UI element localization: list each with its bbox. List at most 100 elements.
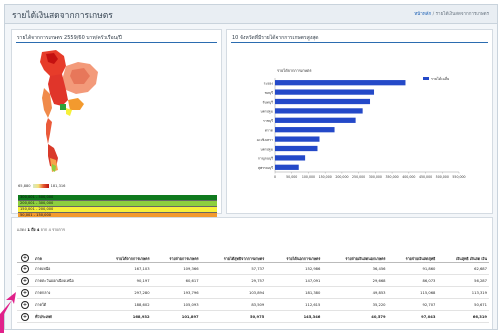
map-region-bangkok[interactable] (60, 104, 66, 110)
cell-value: 109,366 (151, 262, 201, 275)
col-header-nonfarm-income[interactable]: รายได้นอกการเกษตร (266, 238, 323, 263)
cell-value: 112,615 (266, 298, 323, 311)
col-header-net-cash[interactable]: รายจ่ายเงินสดสุทธิ (387, 238, 438, 263)
col-header-region[interactable]: ภาค (33, 238, 97, 263)
table-row[interactable]: + ภาคกลาง 297,280 193,796 103,894 181,38… (17, 286, 489, 299)
cell-region: ภาคตะวันออกเฉียงเหนือ (33, 274, 97, 287)
x-tick-label: 450,000 (419, 175, 432, 179)
cell-region: ภาคเหนือ (33, 262, 97, 275)
map-panel-divider (16, 42, 217, 43)
expand-column-header[interactable]: + (17, 238, 33, 263)
x-tick-label: 500,000 (436, 175, 449, 179)
map-scale-gradient (32, 184, 49, 188)
cell-region-total: ทั่วประเทศ (33, 310, 97, 323)
bar (275, 117, 356, 123)
expand-row-icon[interactable]: + (21, 276, 29, 285)
chart-title: รายได้จากการเกษตร (277, 68, 312, 73)
col-header-net-balance[interactable]: เงินสุทธิ เงินสด เงิน (437, 238, 489, 263)
y-tick-label: ตราด (265, 129, 273, 133)
cell-value: 83,509 (200, 298, 267, 311)
chart-panel-divider (231, 42, 488, 43)
map-scale-max: 181,316 (50, 184, 66, 188)
cell-value: 56,287 (437, 274, 489, 287)
cell-total: 66,319 (437, 310, 489, 323)
bar (275, 80, 406, 86)
legend-label: รายได้เฉลี่ย (431, 76, 449, 81)
map-scale-min: 65,880 (18, 184, 31, 188)
table-row[interactable]: + ภาคใต้ 188,602 105,093 83,509 112,615 … (17, 298, 489, 311)
x-tick-label: 300,000 (369, 175, 382, 179)
income-table: + ภาค รายได้จากการเกษตร รายจ่ายการเกษตร … (17, 238, 489, 323)
expand-row-icon[interactable]: + (21, 288, 29, 297)
cell-value: 152,986 (266, 262, 323, 275)
table-info-range: 1 ถึง 4 (27, 227, 40, 232)
col-header-net-farm-income[interactable]: รายได้สุทธิจากการเกษตร (200, 238, 267, 263)
expand-row-icon[interactable]: + (21, 264, 29, 273)
cell-value: 60,617 (151, 274, 201, 287)
cell-region: ภาคกลาง (33, 286, 97, 299)
x-tick-label: 350,000 (385, 175, 398, 179)
cell-value: 36,456 (322, 262, 388, 275)
cell-value: 92,707 (387, 298, 438, 311)
table-row[interactable]: + ภาคเหนือ 167,103 109,366 57,737 152,98… (17, 262, 489, 275)
col-header-farm-income[interactable]: รายได้จากการเกษตร (96, 238, 152, 263)
y-tick-label: นครปฐม (260, 110, 273, 114)
bar (275, 155, 306, 161)
thailand-map[interactable] (22, 48, 104, 174)
y-tick-label: นครปฐม (260, 147, 273, 151)
cell-value: 35,220 (322, 298, 388, 311)
cell-region: ภาคใต้ (33, 298, 97, 311)
table-info: แสดง 1 ถึง 4 จาก 4 รายการ (17, 227, 65, 233)
x-tick-label: 0 (274, 175, 276, 179)
cell-value: 29,668 (322, 274, 388, 287)
col-header-nonfarm-expense[interactable]: รายจ่ายเงินสดนอกเกษตร (322, 238, 388, 263)
table-info-suffix: จาก 4 รายการ (40, 227, 65, 232)
map-panel: รายได้จากการเกษตร 2559/60 บาท/ครัวเรือน/… (11, 29, 222, 231)
cell-value: 147,091 (266, 274, 323, 287)
cell-value: 105,093 (151, 298, 201, 311)
cell-value: 115,068 (387, 286, 438, 299)
breadcrumb-home-link[interactable]: หน้าหลัก (414, 12, 431, 17)
cell-value: 188,602 (96, 298, 152, 311)
cell-value: 86,073 (387, 274, 438, 287)
page-header: รายได้เงินสดจากการเกษตร หน้าหลัก / รายได… (5, 5, 497, 24)
y-tick-label: ฉะเชิงเทรา (257, 138, 273, 142)
table-total-row: + ทั่วประเทศ 168,932 101,897 50,975 145,… (17, 310, 489, 323)
bar (275, 127, 335, 133)
expand-row-icon[interactable]: + (21, 312, 29, 321)
map-panel-title: รายได้จากการเกษตร 2559/60 บาท/ครัวเรือน/… (17, 35, 122, 41)
cell-value: 90,197 (96, 274, 152, 287)
bar (275, 89, 375, 95)
cell-value: 91,860 (387, 262, 438, 275)
cell-value: 57,737 (200, 262, 267, 275)
cell-total: 145,346 (266, 310, 323, 323)
cell-value: 49,853 (322, 286, 388, 299)
y-tick-label: ระยอง (264, 82, 274, 86)
cell-value: 113,319 (437, 286, 489, 299)
cell-value: 29,757 (200, 274, 267, 287)
expand-row-icon[interactable]: + (21, 300, 29, 309)
cell-total: 168,932 (96, 310, 152, 323)
map-color-scale: 65,880 181,316 (18, 184, 65, 188)
table-row[interactable]: + ภาคตะวันออกเฉียงเหนือ 90,197 60,617 29… (17, 274, 489, 287)
chart-panel: 10 จังหวัดที่มีรายได้จากการเกษตรสูงสุด ร… (226, 29, 493, 214)
breadcrumb-current: รายได้เงินสดจากการเกษตร (435, 12, 489, 17)
col-header-farm-expense[interactable]: รายจ่ายการเกษตร (151, 238, 201, 263)
x-tick-label: 200,000 (335, 175, 348, 179)
bar (275, 164, 299, 170)
expand-all-icon[interactable]: + (21, 254, 29, 262)
table-info-prefix: แสดง (17, 227, 27, 232)
y-tick-label: ชลบุรี (265, 90, 274, 96)
bar (275, 98, 371, 105)
x-tick-label: 150,000 (319, 175, 332, 179)
bar (275, 136, 320, 142)
y-tick-label: ราชบุรี (263, 118, 273, 124)
map-region-east[interactable] (68, 98, 84, 110)
chart-panel-title: 10 จังหวัดที่มีรายได้จากการเกษตรสูงสุด (232, 35, 319, 41)
y-tick-label: สุพรรณบุรี (258, 165, 273, 171)
cell-value: 181,380 (266, 286, 323, 299)
cell-total: 40,579 (322, 310, 388, 323)
map-region-south-upper[interactable] (46, 118, 52, 144)
app-frame: รายได้เงินสดจากการเกษตร หน้าหลัก / รายได… (4, 4, 498, 330)
cell-total: 101,897 (151, 310, 201, 323)
